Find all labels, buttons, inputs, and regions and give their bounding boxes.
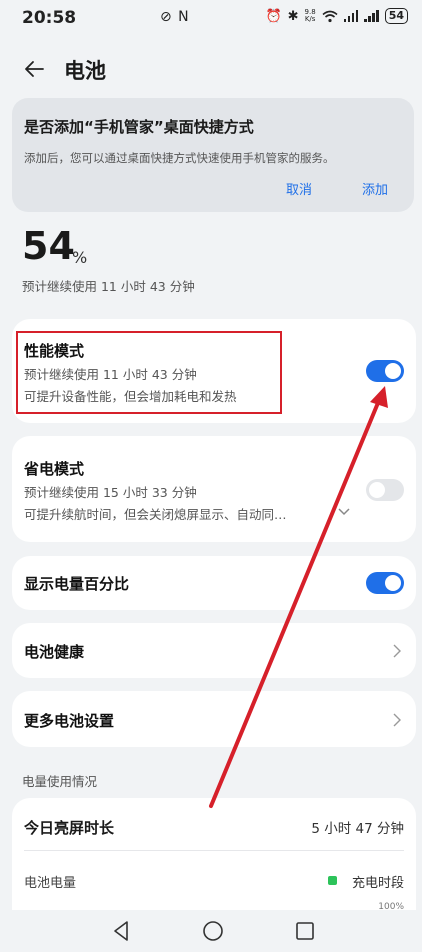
battery-percentage: 54 [22, 224, 75, 268]
status-bar: 20:58 ⊘ N ⏰ ✱ 9.8 K/s 54 [0, 0, 422, 36]
nav-back-icon[interactable] [106, 916, 136, 946]
banner-cancel-button[interactable]: 取消 [286, 179, 312, 198]
show-percentage-card[interactable]: 显示电量百分比 [12, 556, 416, 610]
wifi-icon [322, 10, 338, 22]
power-saving-mode-toggle[interactable] [366, 479, 404, 501]
bluetooth-icon: ✱ [287, 8, 299, 24]
status-time: 20:58 [22, 8, 77, 28]
show-percentage-toggle[interactable] [366, 572, 404, 594]
screen-time-value: 5 小时 47 分钟 [311, 821, 404, 837]
status-notification-icons: ⊘ N [160, 9, 190, 25]
toggle-knob [369, 482, 385, 498]
usage-card: 今日亮屏时长 5 小时 47 分钟 电池电量 充电时段 100% [12, 798, 416, 910]
more-battery-settings-title: 更多电池设置 [24, 712, 115, 730]
nav-recents-icon[interactable] [290, 916, 320, 946]
battery-icon: 54 [384, 8, 408, 24]
divider [24, 850, 404, 851]
charging-legend-swatch [328, 876, 337, 885]
screen-time-label: 今日亮屏时长 [24, 819, 115, 837]
power-saving-mode-title: 省电模式 [24, 460, 85, 478]
performance-mode-toggle[interactable] [366, 360, 404, 382]
navigation-bar [0, 910, 422, 952]
charging-legend-label: 充电时段 [351, 876, 404, 891]
page-header: 电池 [0, 52, 422, 88]
toggle-knob [385, 363, 401, 379]
page-title: 电池 [64, 59, 106, 83]
shortcut-banner: 是否添加“手机管家”桌面快捷方式 添加后，您可以通过桌面快捷方式快速使用手机管家… [12, 98, 414, 212]
chevron-right-icon [393, 644, 401, 658]
chevron-down-icon[interactable] [338, 508, 350, 516]
more-battery-settings-card[interactable]: 更多电池设置 [12, 691, 416, 747]
battery-health-card[interactable]: 电池健康 [12, 623, 416, 678]
back-arrow-icon[interactable] [22, 57, 46, 81]
chart-axis-max: 100% [378, 902, 404, 910]
battery-level-label: 电池电量 [24, 876, 77, 891]
nav-home-icon[interactable] [198, 916, 228, 946]
battery-percentage-symbol: % [72, 248, 88, 267]
banner-description: 添加后，您可以通过桌面快捷方式快速使用手机管家的服务。 [24, 151, 335, 165]
status-system-icons: ⏰ ✱ 9.8 K/s 54 [265, 8, 408, 24]
network-speed: 9.8 K/s [304, 8, 316, 23]
alarm-icon: ⏰ [265, 8, 282, 24]
signal-strength-icon [343, 10, 359, 22]
show-percentage-title: 显示电量百分比 [24, 575, 130, 593]
annotation-highlight-box [16, 331, 282, 414]
battery-estimate: 预计继续使用 11 小时 43 分钟 [22, 279, 195, 294]
signal-strength-icon-2 [364, 10, 379, 22]
banner-title: 是否添加“手机管家”桌面快捷方式 [24, 118, 254, 136]
toggle-knob [385, 575, 401, 591]
power-saving-mode-description: 可提升续航时间，但会关闭熄屏显示、自动同… [24, 507, 287, 522]
battery-health-title: 电池健康 [24, 643, 85, 661]
usage-section-label: 电量使用情况 [22, 774, 98, 789]
chevron-right-icon [393, 713, 401, 727]
banner-add-button[interactable]: 添加 [362, 179, 388, 198]
power-saving-mode-card[interactable]: 省电模式 预计继续使用 15 小时 33 分钟 可提升续航时间，但会关闭熄屏显示… [12, 436, 416, 542]
power-saving-mode-estimate: 预计继续使用 15 小时 33 分钟 [24, 485, 197, 500]
